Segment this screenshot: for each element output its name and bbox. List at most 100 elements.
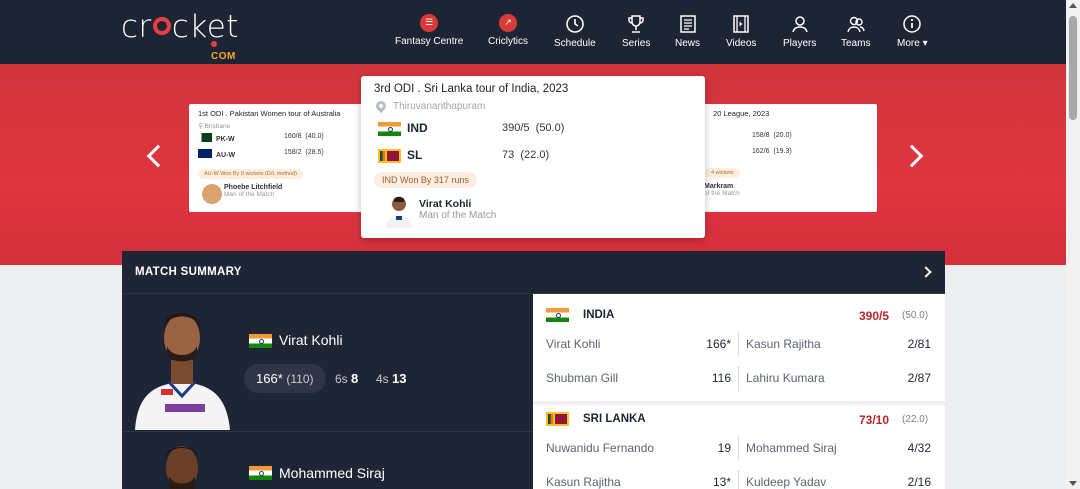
avatar [202, 184, 222, 204]
batter-name[interactable]: Virat Kohli [546, 337, 600, 351]
bowler-name[interactable]: Kasun Rajitha [746, 337, 821, 351]
match-card-previous[interactable]: 1st ODI . Pakistan Women tour of Austral… [189, 104, 375, 212]
nav-players[interactable]: Players [783, 14, 816, 49]
mom-label: Man of the Match [224, 191, 275, 198]
team-name: INDIA [583, 309, 615, 321]
nav-label: News [675, 38, 701, 49]
summary-header[interactable]: MATCH SUMMARY [122, 251, 945, 294]
result-badge: AU-W Won By 8 wickets (D/L method) [198, 169, 303, 179]
batter-name[interactable]: Nuwanidu Fernando [546, 441, 654, 455]
mom-label: Man of the Match [419, 210, 497, 221]
mom-name: Markram [704, 183, 734, 190]
clock-icon [566, 15, 584, 33]
scroll-thumb[interactable] [1069, 16, 1077, 120]
match-card-next[interactable]: 20 League, 2023 158/8 (20.0) 162/6 (19.3… [690, 104, 877, 212]
result-badge: IND Won By 317 runs [374, 172, 477, 188]
avatar [386, 196, 412, 228]
scroll-down-icon[interactable] [1069, 481, 1077, 486]
nav-fantasy-centre[interactable]: ☰ Fantasy Centre [395, 14, 463, 47]
trophy-icon [628, 15, 644, 33]
batter-runs: 13* [712, 475, 731, 489]
logo-com: COM [211, 40, 239, 62]
team-icon [847, 16, 865, 33]
bowler-figures: 2/87 [907, 371, 931, 385]
sri-lanka-flag-icon [546, 412, 569, 426]
nav-label: Series [622, 38, 651, 49]
scorecard-row: Shubman Gill 116 Lahiru Kumara 2/87 [533, 360, 945, 394]
bowler-figures: 2/81 [907, 337, 931, 351]
top-bowler[interactable]: Mohammed Siraj [122, 431, 533, 489]
nav-label: Teams [841, 38, 871, 49]
film-icon [733, 15, 749, 33]
team-row-sl: SL 73 (22.0) [374, 143, 692, 170]
india-flag-icon [378, 122, 401, 136]
top-batter[interactable]: Virat Kohli 166* (110) 6s 8 4s 13 [122, 294, 533, 430]
australia-flag-icon [198, 149, 212, 158]
team-overs: (50.0) [902, 310, 929, 321]
caret-down-icon: ▾ [922, 38, 928, 49]
nav-teams[interactable]: Teams [841, 14, 870, 49]
batter-runs: 166* [706, 337, 731, 351]
man-of-match: Virat Kohli Man of the Match [374, 194, 692, 230]
location-pin-icon [373, 98, 389, 114]
bowler-figures: 4/32 [907, 441, 931, 455]
man-of-match: Markram of the Match [699, 183, 868, 205]
player-name: Mohammed Siraj [279, 465, 385, 481]
scorecard-row: Kasun Rajitha 13* Kuldeep Yadav 2/16 [533, 464, 945, 489]
scorecard-row: Nuwanidu Fernando 19 Mohammed Siraj 4/32 [533, 430, 945, 464]
player-portrait [166, 446, 198, 489]
bowler-name[interactable]: Kuldeep Yadav [746, 475, 826, 489]
chevron-right-icon[interactable] [920, 266, 932, 278]
nav-series[interactable]: Series [622, 14, 650, 49]
nav-more[interactable]: More ▾ [897, 14, 928, 49]
scorecard-panel: INDIA 390/5 (50.0) Virat Kohli 166* Kasu… [533, 294, 945, 489]
india-flag-icon [249, 466, 272, 480]
nav-news[interactable]: News [675, 14, 700, 49]
nav-schedule[interactable]: Schedule [554, 14, 596, 49]
result-badge: 4 wickets [705, 168, 740, 178]
bowler-name[interactable]: Mohammed Siraj [746, 441, 837, 455]
top-nav: cr cket COM ☰ Fantasy Centre ↗ Criclytics… [0, 0, 1066, 64]
team-total: 73/10 [859, 413, 890, 427]
sri-lanka-flag-icon [378, 149, 401, 163]
site-logo[interactable]: cr cket COM [121, 12, 239, 63]
team-total: 390/5 [859, 309, 890, 323]
nav-videos[interactable]: Videos [726, 14, 756, 49]
batter-name[interactable]: Kasun Rajitha [546, 475, 621, 489]
page-scrollbar[interactable] [1066, 0, 1080, 489]
india-flag-icon [546, 308, 569, 322]
column-divider [738, 470, 739, 489]
mom-name: Virat Kohli [419, 198, 472, 210]
bowler-figures: 2/16 [907, 475, 931, 489]
pakistan-flag-icon [198, 133, 212, 142]
mom-label: of the Match [704, 190, 740, 197]
bowler-name[interactable]: Lahiru Kumara [746, 371, 825, 385]
scroll-up-icon[interactable] [1069, 3, 1077, 8]
team-name: SRI LANKA [583, 413, 646, 425]
column-divider [738, 332, 739, 356]
scorecard-row: Virat Kohli 166* Kasun Rajitha 2/81 [533, 326, 945, 360]
batter-runs: 116 [711, 371, 731, 385]
team-row: PK-W 160/8 (40.0) [198, 133, 366, 149]
team-row: 162/6 (19.3) [752, 148, 792, 155]
india-flag-icon [249, 334, 272, 348]
team-row: 158/8 (20.0) [752, 132, 792, 139]
nav-label: More ▾ [897, 38, 928, 49]
nav-label: Schedule [554, 38, 596, 49]
nav-label: Players [783, 38, 817, 49]
column-divider [738, 366, 739, 390]
batter-runs: 19 [717, 441, 731, 455]
nav-criclytics[interactable]: ↗ Criclytics [488, 14, 528, 47]
team-score: 73 (22.0) [502, 149, 550, 161]
match-title: 3rd ODI . Sri Lanka tour of India, 2023 [374, 83, 569, 95]
player-icon [791, 16, 808, 33]
match-summary: MATCH SUMMARY Virat Kohli 166* (110) 6s … [122, 251, 945, 489]
nav-label: Videos [726, 38, 757, 49]
nav-label: Criclytics [488, 36, 528, 47]
info-icon [903, 15, 922, 33]
batter-name[interactable]: Shubman Gill [546, 371, 618, 385]
match-card-active[interactable]: 3rd ODI . Sri Lanka tour of India, 2023 … [361, 76, 705, 238]
team-score: 390/5 (50.0) [502, 122, 565, 134]
sixes-stat: 6s 8 [335, 371, 359, 386]
match-venue: ⚲ Brisbane [198, 123, 231, 130]
